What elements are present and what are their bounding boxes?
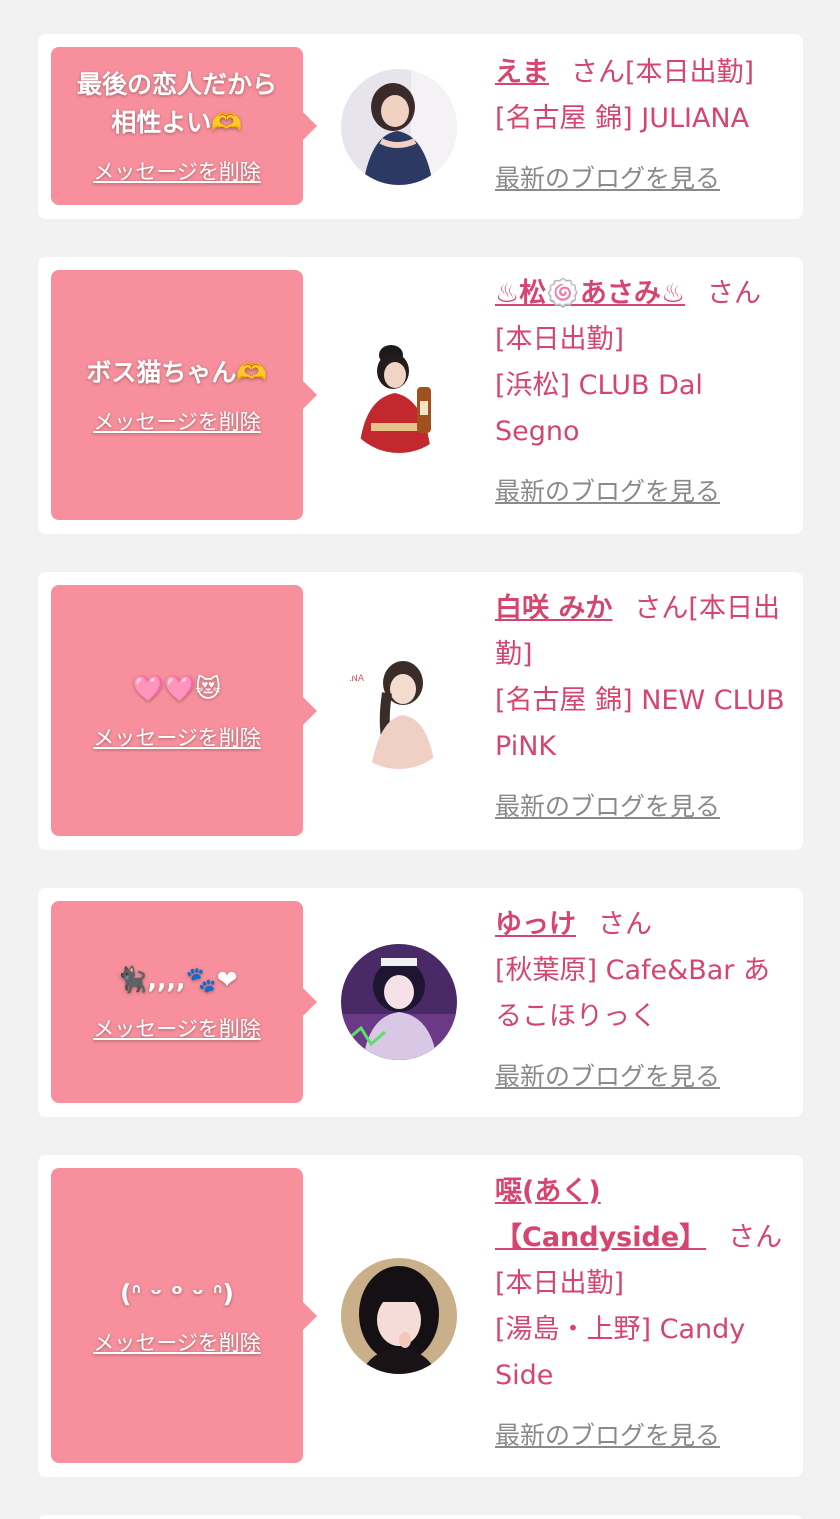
delete-message-link[interactable]: メッセージを削除 <box>93 722 261 752</box>
avatar[interactable]: ANA <box>341 653 457 769</box>
delete-message-link[interactable]: メッセージを削除 <box>93 1013 261 1043</box>
shop-name: [秋葉原] Cafe&Bar あるこほりっく <box>495 955 770 1032</box>
cast-name-link[interactable]: えま <box>495 57 549 88</box>
cast-info: えま さん[本日出勤] [名古屋 錦] JULIANA 最新のブログを見る <box>495 50 791 202</box>
message-bubble: 🐈‍⬛,,,,🐾❤ メッセージを削除 <box>51 901 317 1103</box>
avatar[interactable] <box>341 944 457 1060</box>
list-item: 🩷🩷😻 メッセージを削除 ANA 白咲 みか さん[本日出勤] [名古屋 錦] N… <box>38 572 803 850</box>
shop-name: [名古屋 錦] NEW CLUB PiNK <box>495 685 785 762</box>
list-item: ボス猫ちゃん🫶 メッセージを削除 ♨松🍥あさみ♨ さん[本日出勤] [浜松] CL… <box>38 257 803 534</box>
avatar-photo: ANA <box>341 653 457 769</box>
cast-info: 噁(あく)【Candyside】 さん[本日出勤] [湯島・上野] Candy S… <box>495 1169 791 1459</box>
cast-info: 白咲 みか さん[本日出勤] [名古屋 錦] NEW CLUB PiNK 最新のブ… <box>495 586 791 830</box>
cast-name-link[interactable]: 噁(あく)【Candyside】 <box>495 1176 706 1253</box>
latest-blog-link[interactable]: 最新のブログを見る <box>495 469 791 515</box>
cast-name-link[interactable]: ♨松🍥あさみ♨ <box>495 278 685 309</box>
list-item: (ᐢ ᵕ ᵒ ᵕ ᐢ) メッセージを削除 噁(あく)【Candyside】 さん[… <box>38 1155 803 1477</box>
avatar[interactable] <box>341 337 457 453</box>
latest-blog-link[interactable]: 最新のブログを見る <box>495 1413 791 1459</box>
list-item <box>38 1515 803 1519</box>
list-item: 🐈‍⬛,,,,🐾❤ メッセージを削除 ゆっけ さん [秋葉原] Cafe&Bar … <box>38 888 803 1117</box>
cast-info: ゆっけ さん [秋葉原] Cafe&Bar あるこほりっく 最新のブログを見る <box>495 902 791 1100</box>
delete-message-link[interactable]: メッセージを削除 <box>93 156 261 186</box>
favorite-list: 最後の恋人だから相性よい🫶 メッセージを削除 えま さん[本日出勤] [名古屋 錦… <box>0 0 840 1519</box>
avatar-photo <box>341 69 457 185</box>
shop-name: [浜松] CLUB Dal Segno <box>495 370 703 447</box>
svg-text:ANA: ANA <box>345 674 365 684</box>
message-text: 最後の恋人だから相性よい🫶 <box>76 70 277 137</box>
cast-name-link[interactable]: 白咲 みか <box>495 593 612 624</box>
latest-blog-link[interactable]: 最新のブログを見る <box>495 784 791 830</box>
message-text: 🐈‍⬛,,,,🐾❤ <box>116 965 238 994</box>
message-bubble: 最後の恋人だから相性よい🫶 メッセージを削除 <box>51 47 317 205</box>
message-text: ボス猫ちゃん🫶 <box>86 358 268 387</box>
message-bubble: (ᐢ ᵕ ᵒ ᵕ ᐢ) メッセージを削除 <box>51 1168 317 1463</box>
message-text: (ᐢ ᵕ ᵒ ᵕ ᐢ) <box>120 1278 234 1308</box>
delete-message-link[interactable]: メッセージを削除 <box>93 406 261 436</box>
latest-blog-link[interactable]: 最新のブログを見る <box>495 1054 791 1100</box>
shop-name: [湯島・上野] Candy Side <box>495 1314 746 1391</box>
avatar-photo <box>341 337 457 453</box>
message-text: 🩷🩷😻 <box>132 673 222 703</box>
avatar-photo <box>341 1258 457 1374</box>
avatar[interactable] <box>341 1258 457 1374</box>
message-bubble: 🩷🩷😻 メッセージを削除 <box>51 585 317 836</box>
cast-status: さん[本日出勤] <box>571 57 755 88</box>
shop-name: [名古屋 錦] JULIANA <box>495 103 750 134</box>
cast-info: ♨松🍥あさみ♨ さん[本日出勤] [浜松] CLUB Dal Segno 最新のブ… <box>495 271 791 515</box>
latest-blog-link[interactable]: 最新のブログを見る <box>495 156 791 202</box>
message-bubble: ボス猫ちゃん🫶 メッセージを削除 <box>51 270 317 520</box>
cast-status: さん <box>598 909 652 940</box>
avatar-photo <box>341 944 457 1060</box>
cast-name-link[interactable]: ゆっけ <box>495 909 576 940</box>
list-item: 最後の恋人だから相性よい🫶 メッセージを削除 えま さん[本日出勤] [名古屋 錦… <box>38 34 803 219</box>
avatar[interactable] <box>341 69 457 185</box>
delete-message-link[interactable]: メッセージを削除 <box>93 1327 261 1357</box>
